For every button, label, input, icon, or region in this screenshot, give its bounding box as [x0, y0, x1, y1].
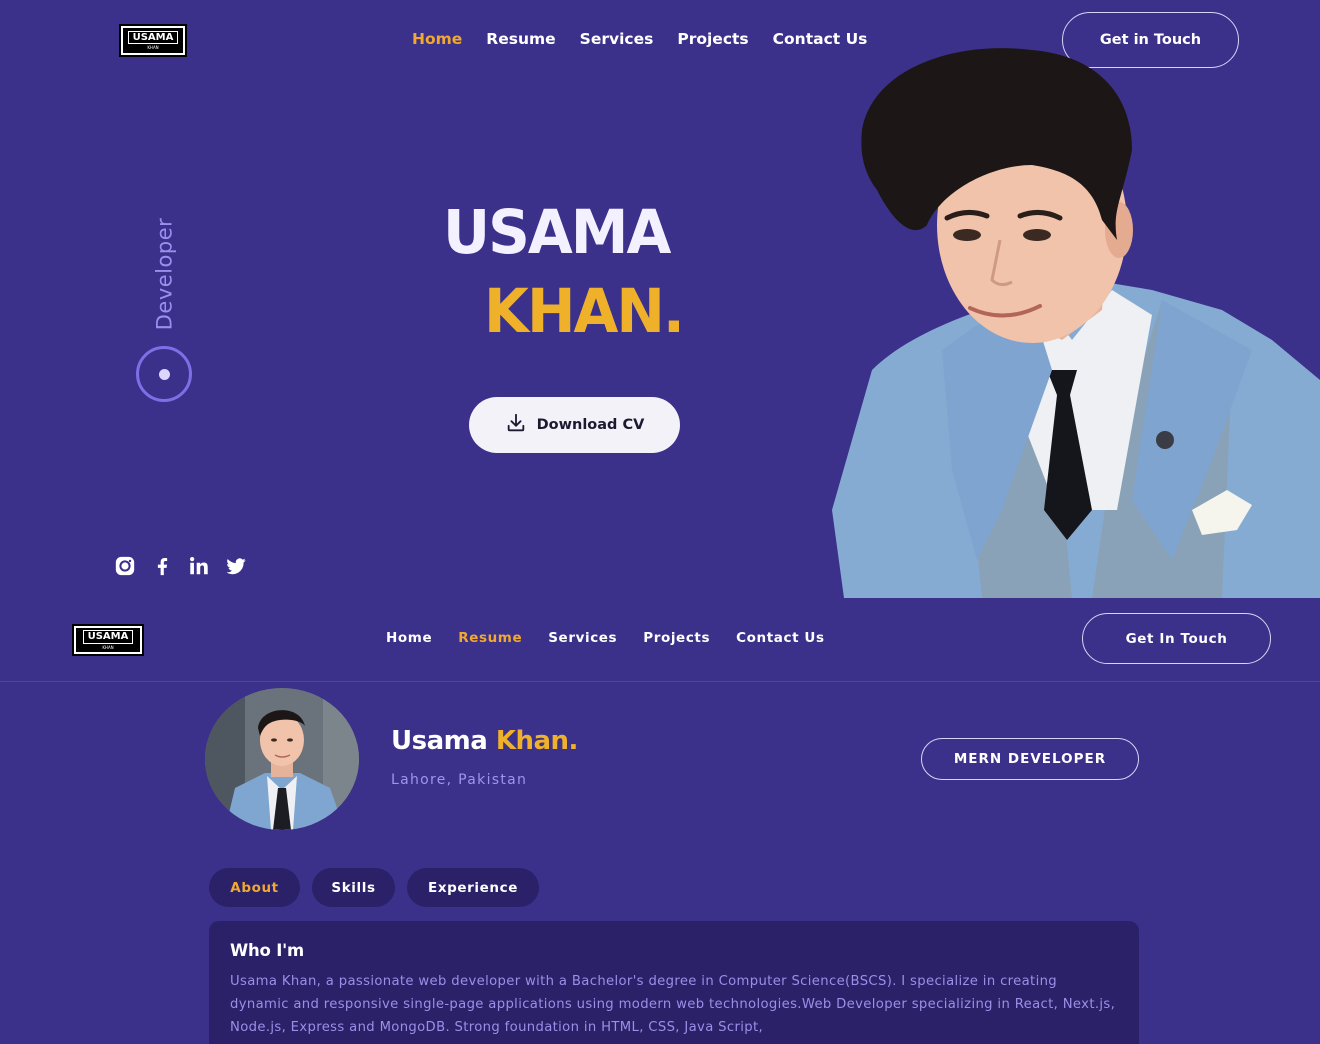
download-cv-label: Download CV [536, 417, 645, 433]
logo-subtext: KHAN [102, 644, 114, 650]
logo-text: USAMA [127, 30, 179, 45]
role-badge: MERN DEVELOPER [921, 738, 1139, 780]
tab-about[interactable]: About [209, 868, 300, 907]
sticky-header: USAMA KHAN Home Resume Services Projects… [0, 598, 1320, 682]
hero-section: USAMA KHAN Home Resume Services Projects… [0, 0, 1320, 598]
download-cv-button[interactable]: Download CV [469, 397, 680, 453]
download-icon [505, 412, 527, 438]
sticky-nav-link-projects[interactable]: Projects [643, 630, 710, 646]
main-nav: Home Resume Services Projects Contact Us [412, 30, 867, 48]
vertical-role-label: Developer [138, 217, 190, 331]
hero-portrait-image [832, 40, 1320, 598]
about-card: Who I'm Usama Khan, a passionate web dev… [209, 921, 1139, 1044]
instagram-icon[interactable] [113, 554, 137, 578]
logo-subtext: KHAN [147, 45, 159, 51]
resume-tabs: About Skills Experience [209, 868, 539, 907]
sticky-nav-link-services[interactable]: Services [548, 630, 617, 646]
tab-experience[interactable]: Experience [407, 868, 539, 907]
nav-link-projects[interactable]: Projects [677, 30, 748, 48]
sticky-get-in-touch-button[interactable]: Get In Touch [1082, 613, 1271, 664]
sticky-nav-link-contact[interactable]: Contact Us [736, 630, 825, 646]
hero-last-name: KHAN. [484, 275, 685, 347]
role-text: Developer [152, 217, 177, 331]
scroll-indicator-icon [136, 346, 192, 402]
resume-location: Lahore, Pakistan [391, 772, 528, 788]
about-text: Usama Khan, a passionate web developer w… [230, 974, 1116, 1035]
scroll-indicator-dot [158, 368, 170, 380]
social-links [113, 554, 248, 578]
sticky-nav: Home Resume Services Projects Contact Us [386, 630, 825, 646]
facebook-icon[interactable] [150, 554, 174, 578]
tab-skills[interactable]: Skills [312, 868, 395, 907]
linkedin-icon[interactable] [187, 554, 211, 578]
resume-first-name: Usama [391, 726, 488, 756]
resume-last-name: Khan. [495, 726, 579, 756]
logo-text: USAMA [82, 630, 134, 644]
nav-link-resume[interactable]: Resume [486, 30, 555, 48]
nav-link-services[interactable]: Services [580, 30, 654, 48]
about-title: Who I'm [230, 941, 305, 960]
twitter-icon[interactable] [224, 554, 248, 578]
site-logo-secondary[interactable]: USAMA KHAN [72, 624, 144, 656]
resume-name: Usama Khan. [391, 726, 578, 756]
site-logo[interactable]: USAMA KHAN [119, 24, 187, 57]
profile-avatar [205, 688, 359, 830]
sticky-nav-link-resume[interactable]: Resume [458, 630, 522, 646]
nav-link-home[interactable]: Home [412, 30, 462, 48]
hero-first-name: USAMA [443, 196, 671, 268]
sticky-nav-link-home[interactable]: Home [386, 630, 432, 646]
